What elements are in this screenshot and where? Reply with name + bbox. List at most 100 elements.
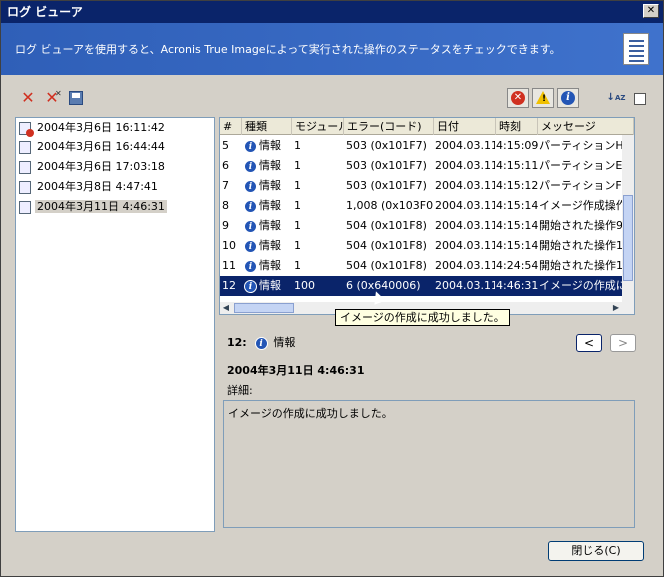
tree-item[interactable]: 2004年3月6日 16:11:42 bbox=[19, 119, 167, 137]
table-row[interactable]: 12 i 情報 100 6 (0x640006) 2004.03.11 4:46:31 イメー… bbox=[220, 276, 625, 296]
scroll-thumb[interactable] bbox=[623, 195, 633, 281]
cell-error: 504 (0x101F8) bbox=[346, 256, 434, 276]
delete-all-icon[interactable]: ✕ ✕ bbox=[41, 87, 63, 109]
sort-icon[interactable]: ↓AZ bbox=[605, 87, 627, 109]
detail-datetime: 2004年3月11日 4:46:31 bbox=[227, 364, 365, 377]
col-header-module[interactable]: モジュール bbox=[292, 118, 344, 135]
cell-text: 4:15:14 bbox=[496, 199, 538, 212]
cell-time: 4:15:11 bbox=[496, 156, 538, 176]
cell-text: 情報 bbox=[259, 199, 281, 212]
scroll-thumb[interactable] bbox=[234, 303, 294, 313]
cell-text: イメージ作成操作の開 bbox=[539, 199, 625, 212]
cell-type: i 情報 bbox=[244, 136, 292, 156]
col-header-num[interactable]: # bbox=[220, 118, 242, 135]
cell-text: 2004.03.11 bbox=[435, 179, 495, 192]
detail-text: イメージの作成に成功しました。 bbox=[228, 407, 393, 420]
table-row[interactable]: 11 i 情報 1 504 (0x101F8) 2004.03.11 4:24:54 開始され… bbox=[220, 256, 625, 276]
tree-item-selected[interactable]: 2004年3月11日 4:46:31 bbox=[19, 198, 167, 216]
error-filter-icon[interactable]: ✕ bbox=[507, 88, 529, 108]
cell-type: i 情報 bbox=[244, 156, 292, 176]
scroll-left-icon[interactable]: ◀ bbox=[220, 302, 232, 314]
cell-text: 503 (0x101F7) bbox=[346, 159, 427, 172]
cell-text: 504 (0x101F8) bbox=[346, 239, 427, 252]
cell-text: 5 bbox=[222, 139, 229, 152]
table-row[interactable]: 10 i 情報 1 504 (0x101F8) 2004.03.11 4:15:14 開始され… bbox=[220, 236, 625, 256]
detail-textbox[interactable]: イメージの作成に成功しました。 bbox=[223, 400, 635, 528]
tree-item[interactable]: 2004年3月8日 4:47:41 bbox=[19, 178, 160, 196]
table-row[interactable]: 8 i 情報 1 1,008 (0x103F0) 2004.03.11 4:15:14 イメー… bbox=[220, 196, 625, 216]
close-icon[interactable]: ✕ bbox=[643, 4, 659, 18]
options-icon[interactable] bbox=[629, 87, 651, 109]
cell-error: 503 (0x101F7) bbox=[346, 176, 434, 196]
cell-message: 開始された操作102 bbox=[539, 256, 625, 276]
info-icon: i bbox=[254, 336, 268, 350]
cell-text: 4:46:31 bbox=[496, 279, 538, 292]
table-row[interactable]: 5 i 情報 1 503 (0x101F7) 2004.03.11 4:15:09 パーティシ… bbox=[220, 136, 625, 156]
warning-filter-icon[interactable]: ! bbox=[532, 88, 554, 108]
cell-text: パーティションF:を解析 bbox=[539, 179, 625, 192]
cell-error: 1,008 (0x103F0) bbox=[346, 196, 434, 216]
cell-text: 504 (0x101F8) bbox=[346, 259, 427, 272]
prev-entry-button[interactable]: < bbox=[576, 334, 602, 352]
cell-text: 1 bbox=[294, 199, 301, 212]
tree-item[interactable]: 2004年3月6日 17:03:18 bbox=[19, 158, 167, 176]
cell-text: 2004.03.11 bbox=[435, 139, 495, 152]
cell-text: 4:15:09 bbox=[496, 139, 538, 152]
cell-text: 情報 bbox=[259, 259, 281, 272]
log-document-icon bbox=[623, 33, 649, 65]
cell-type: i 情報 bbox=[244, 196, 292, 216]
cell-type: i 情報 bbox=[244, 176, 292, 196]
close-button[interactable]: 閉じる(C) bbox=[548, 541, 644, 561]
log-viewer-window: ログ ビューア ✕ ログ ビューアを使用すると、Acronis True Ima… bbox=[0, 0, 664, 577]
info-icon: i bbox=[244, 239, 257, 253]
cell-text: 1 bbox=[294, 159, 301, 172]
col-header-type[interactable]: 種類 bbox=[242, 118, 292, 135]
info-icon: i bbox=[244, 279, 257, 293]
col-header-error[interactable]: エラー(コード) bbox=[344, 118, 434, 135]
cell-text: 6 (0x640006) bbox=[346, 279, 421, 292]
tree-item[interactable]: 2004年3月6日 16:44:44 bbox=[19, 138, 167, 156]
cell-text: パーティションH:を解析 bbox=[539, 139, 625, 152]
toolbar: ✕ ✕ ✕ ✕ ! i ↓AZ bbox=[1, 87, 663, 113]
table-row[interactable]: 6 i 情報 1 503 (0x101F7) 2004.03.11 4:15:11 パーティシ… bbox=[220, 156, 625, 176]
cell-module: 1 bbox=[294, 256, 342, 276]
table-row[interactable]: 9 i 情報 1 504 (0x101F8) 2004.03.11 4:15:14 開始された… bbox=[220, 216, 625, 236]
log-entry-icon bbox=[19, 160, 31, 174]
delete-icon[interactable]: ✕ bbox=[17, 87, 39, 109]
cell-date: 2004.03.11 bbox=[435, 156, 495, 176]
cell-num: 7 bbox=[222, 176, 242, 196]
col-header-date[interactable]: 日付 bbox=[434, 118, 496, 135]
title-bar: ログ ビューア ✕ bbox=[1, 1, 663, 23]
cell-text: 4:15:12 bbox=[496, 179, 538, 192]
col-header-time[interactable]: 時刻 bbox=[496, 118, 538, 135]
cell-text: 開始された操作99を bbox=[539, 219, 625, 232]
cell-text: 4:15:11 bbox=[496, 159, 538, 172]
cell-text: イメージの作成に成功 bbox=[539, 279, 625, 292]
cell-text: 1 bbox=[294, 259, 301, 272]
table-row[interactable]: 7 i 情報 1 503 (0x101F7) 2004.03.11 4:15:12 パーティシ… bbox=[220, 176, 625, 196]
scroll-right-icon[interactable]: ▶ bbox=[610, 302, 622, 314]
col-header-message[interactable]: メッセージ bbox=[538, 118, 634, 135]
cell-date: 2004.03.11 bbox=[435, 216, 495, 236]
cell-time: 4:15:14 bbox=[496, 196, 538, 216]
info-filter-icon[interactable]: i bbox=[557, 88, 579, 108]
cell-text: 4:24:54 bbox=[496, 259, 538, 272]
cell-num: 11 bbox=[222, 256, 242, 276]
vertical-scrollbar[interactable] bbox=[622, 135, 634, 302]
cell-time: 4:15:12 bbox=[496, 176, 538, 196]
save-icon[interactable] bbox=[65, 87, 87, 109]
cell-date: 2004.03.11 bbox=[435, 256, 495, 276]
cell-text: 6 bbox=[222, 159, 229, 172]
log-entry-icon bbox=[19, 180, 31, 194]
cell-type: i 情報 bbox=[244, 276, 292, 296]
cell-time: 4:24:54 bbox=[496, 256, 538, 276]
cell-time: 4:15:14 bbox=[496, 216, 538, 236]
cell-message: パーティションH:を解析 bbox=[539, 136, 625, 156]
info-icon: i bbox=[244, 259, 257, 273]
log-entry-icon bbox=[19, 200, 31, 214]
cell-text: 11 bbox=[222, 259, 236, 272]
cell-message: イメージ作成操作の開 bbox=[539, 196, 625, 216]
cell-module: 1 bbox=[294, 196, 342, 216]
next-entry-button[interactable]: > bbox=[610, 334, 636, 352]
cell-text: 100 bbox=[294, 279, 315, 292]
